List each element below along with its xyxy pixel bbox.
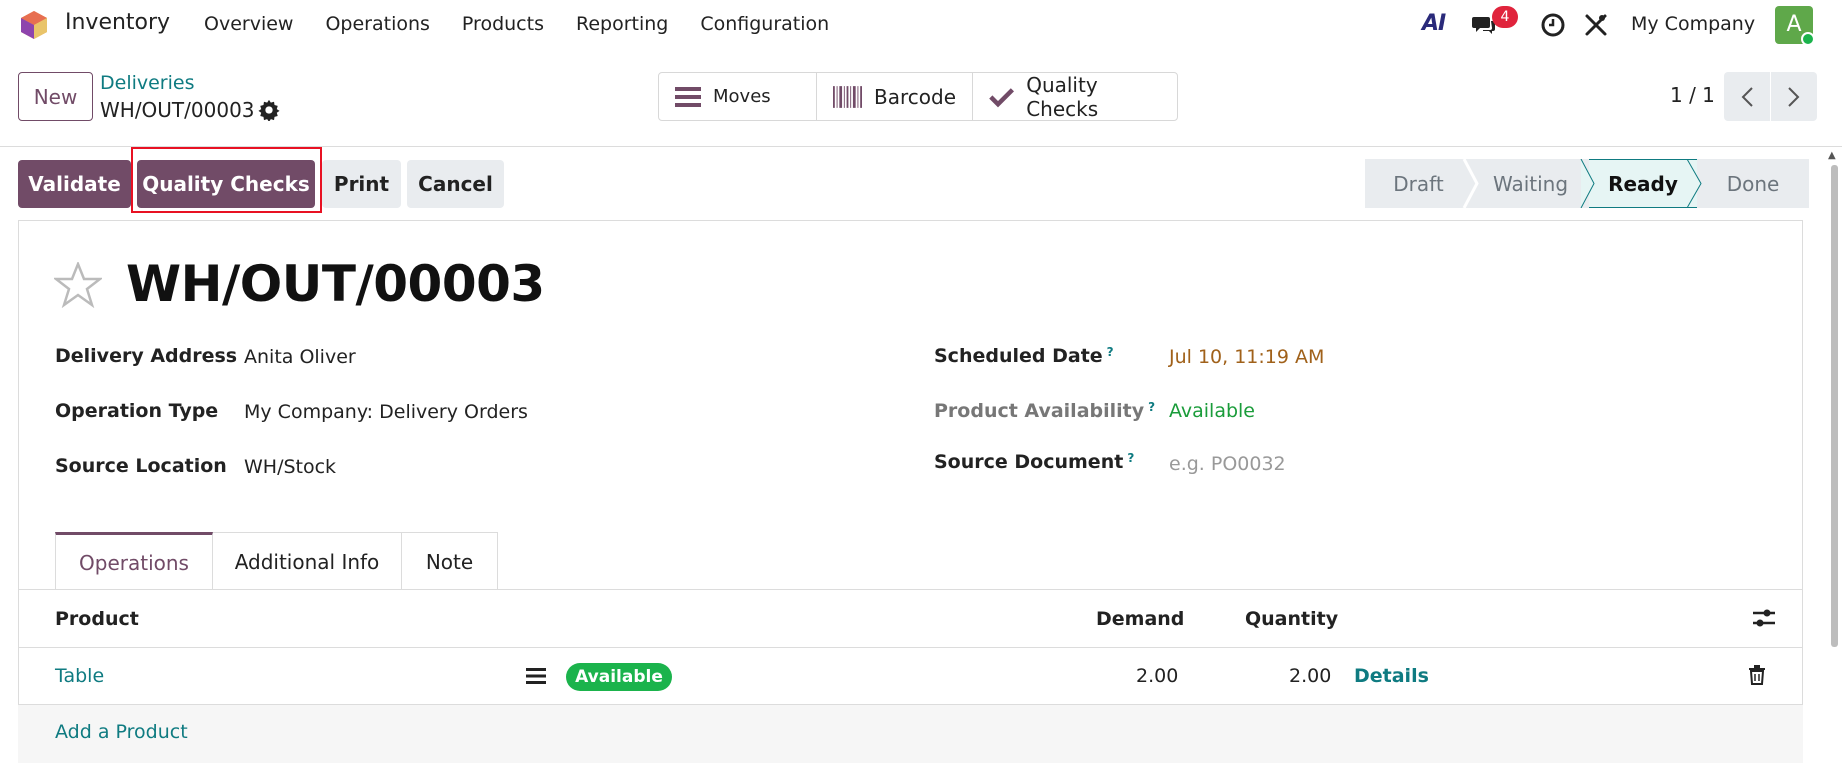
delivery-address-value[interactable]: Anita Oliver [244, 346, 356, 368]
source-location-label: Source Location [55, 455, 227, 477]
record-title: WH/OUT/00003 [126, 255, 545, 313]
help-mark[interactable]: ? [1148, 400, 1155, 414]
gear-icon[interactable] [258, 99, 280, 121]
inventory-app-icon[interactable] [20, 10, 48, 40]
breadcrumb-current: WH/OUT/00003 [100, 98, 255, 122]
menu-operations[interactable]: Operations [325, 13, 429, 35]
operation-type-label: Operation Type [55, 400, 219, 422]
moves-label: Moves [713, 86, 771, 107]
pager-previous-button[interactable] [1724, 72, 1770, 121]
scroll-up-arrow[interactable]: ▲ [1828, 150, 1836, 161]
list-icon [675, 86, 701, 107]
trash-icon[interactable] [1748, 665, 1766, 685]
star-icon[interactable] [54, 262, 102, 308]
chevron-left-icon [1741, 86, 1753, 107]
pager-value[interactable]: 1 / 1 [1670, 83, 1715, 107]
highlight-box [131, 147, 322, 213]
column-settings-icon[interactable] [1752, 607, 1776, 629]
column-header-quantity[interactable]: Quantity [1245, 608, 1338, 630]
tools-icon[interactable] [1584, 13, 1608, 37]
tab-additional-info[interactable]: Additional Info [213, 532, 402, 590]
online-status-dot [1801, 32, 1815, 46]
clock-icon[interactable] [1541, 13, 1565, 37]
add-product-link[interactable]: Add a Product [55, 721, 188, 743]
barcode-icon [833, 85, 862, 108]
add-product-row: Add a Product [18, 705, 1803, 763]
chevron-right-icon [1788, 86, 1800, 107]
menu-overview[interactable]: Overview [204, 13, 293, 35]
menu-products[interactable]: Products [462, 13, 544, 35]
tab-note[interactable]: Note [402, 532, 498, 590]
quality-checks-smart-button[interactable]: Quality Checks [973, 72, 1177, 121]
product-availability-label: Product Availability? [934, 400, 1156, 422]
moves-button[interactable]: Moves [659, 73, 817, 120]
help-mark[interactable]: ? [1107, 345, 1114, 359]
pager-next-button[interactable] [1771, 72, 1817, 121]
source-location-value[interactable]: WH/Stock [244, 456, 336, 478]
column-header-demand[interactable]: Demand [1096, 608, 1184, 630]
validate-button[interactable]: Validate [18, 160, 131, 208]
print-button[interactable]: Print [322, 160, 401, 208]
tab-operations[interactable]: Operations [55, 532, 213, 590]
source-document-input[interactable]: e.g. PO0032 [1169, 453, 1286, 475]
drag-handle-icon[interactable] [526, 667, 546, 685]
main-menu: Overview Operations Products Reporting C… [204, 13, 829, 35]
column-header-product[interactable]: Product [55, 608, 139, 630]
new-button[interactable]: New [18, 72, 93, 121]
notebook-tabs: Operations Additional Info Note [55, 532, 498, 590]
menu-reporting[interactable]: Reporting [576, 13, 668, 35]
barcode-button[interactable]: Barcode [817, 73, 973, 120]
help-mark[interactable]: ? [1127, 451, 1134, 465]
menu-configuration[interactable]: Configuration [700, 13, 829, 35]
operation-type-value[interactable]: My Company: Delivery Orders [244, 401, 528, 423]
quality-checks-smart-label: Quality Checks [1026, 72, 1099, 121]
chat-badge: 4 [1492, 6, 1518, 28]
scrollbar-thumb[interactable] [1831, 165, 1838, 647]
row-details-link[interactable]: Details [1354, 665, 1429, 687]
ai-icon[interactable]: AI [1422, 11, 1446, 36]
delivery-address-label: Delivery Address [55, 345, 238, 367]
row-quantity[interactable]: 2.00 [1289, 665, 1331, 687]
smart-buttons: Moves Barcode Quality Checks [658, 72, 1178, 121]
status-arrows [1462, 159, 1702, 208]
row-product[interactable]: Table [55, 665, 104, 687]
barcode-label: Barcode [874, 84, 956, 109]
scheduled-date-label: Scheduled Date? [934, 345, 1114, 367]
top-navbar: Inventory Overview Operations Products R… [0, 0, 1842, 50]
source-document-label: Source Document? [934, 451, 1135, 473]
check-icon [989, 87, 1014, 107]
status-badge: Available [566, 663, 672, 691]
tabs-divider [18, 589, 1803, 590]
product-availability-value: Available [1169, 400, 1256, 422]
app-name[interactable]: Inventory [65, 10, 170, 35]
table-header-divider [18, 647, 1803, 648]
scheduled-date-value[interactable]: Jul 10, 11:19 AM [1169, 346, 1324, 368]
row-demand[interactable]: 2.00 [1136, 665, 1178, 687]
breadcrumb-deliveries[interactable]: Deliveries [100, 72, 195, 94]
company-switcher[interactable]: My Company [1631, 13, 1755, 35]
cancel-button[interactable]: Cancel [407, 160, 504, 208]
